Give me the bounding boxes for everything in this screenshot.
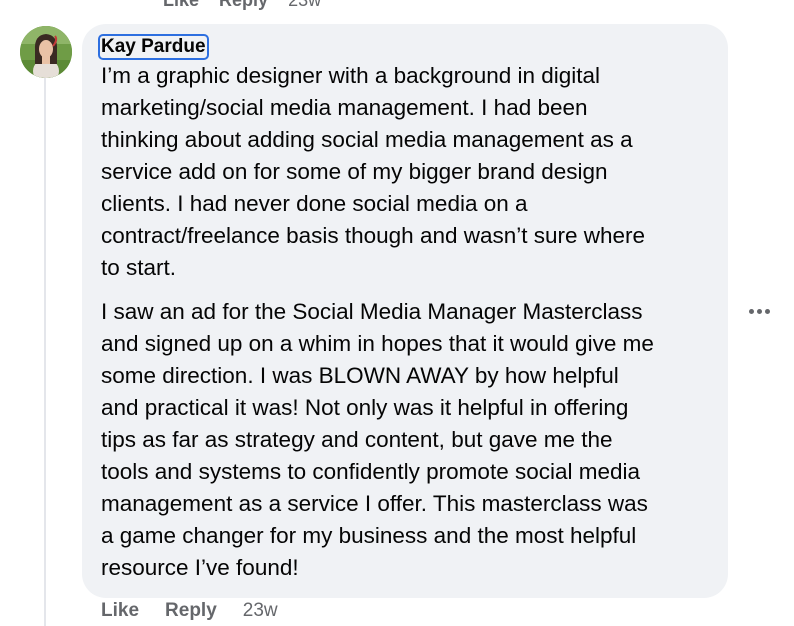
- avatar[interactable]: [20, 26, 72, 78]
- comment-text-line: contract/freelance basis though and wasn…: [101, 223, 646, 248]
- like-button[interactable]: Like: [163, 0, 199, 10]
- reply-button[interactable]: Reply: [219, 0, 268, 10]
- comment-author-link[interactable]: Kay Pardue: [98, 34, 209, 60]
- comment-text-line: a game changer for my business and the m…: [101, 523, 637, 548]
- comment-paragraph: I’m a graphic designer with a background…: [101, 60, 709, 284]
- comment-text-line: thinking about adding social media manag…: [101, 127, 633, 152]
- comment-text-line: service add on for some of my bigger bra…: [101, 159, 608, 184]
- previous-comment-actions: Like Reply 23w: [163, 0, 321, 10]
- thread-line: [44, 78, 46, 626]
- dot: [764, 308, 770, 314]
- comment-text-line: management as a service I offer. This ma…: [101, 491, 648, 516]
- more-options-icon[interactable]: [747, 306, 771, 316]
- comment-text-line: to start.: [101, 255, 177, 280]
- dot: [756, 308, 762, 314]
- comment-text-line: clients. I had never done social media o…: [101, 191, 528, 216]
- comment-text-line: I saw an ad for the Social Media Manager…: [101, 299, 643, 324]
- comment-bubble: Kay Pardue I’m a graphic designer with a…: [82, 24, 728, 598]
- avatar-photo: [20, 26, 72, 78]
- comment-text-line: tools and systems to confidently promote…: [101, 459, 641, 484]
- comment-text-line: tips as far as strategy and content, but…: [101, 427, 613, 452]
- comment-text-line: marketing/social media management. I had…: [101, 95, 588, 120]
- reply-button[interactable]: Reply: [165, 600, 217, 622]
- comment-paragraph: I saw an ad for the Social Media Manager…: [101, 296, 709, 584]
- like-button[interactable]: Like: [101, 600, 139, 622]
- comment-text-line: resource I’ve found!: [101, 555, 299, 580]
- comment-text-line: some direction. I was BLOWN AWAY by how …: [101, 363, 619, 388]
- dot: [748, 308, 754, 314]
- timestamp[interactable]: 23w: [243, 600, 278, 622]
- comment-text-line: and signed up on a whim in hopes that it…: [101, 331, 654, 356]
- comment-actions: Like Reply 23w: [101, 600, 278, 622]
- timestamp[interactable]: 23w: [288, 0, 321, 10]
- comment-text-line: I’m a graphic designer with a background…: [101, 63, 601, 88]
- comment-text-line: and practical it was! Not only was it he…: [101, 395, 629, 420]
